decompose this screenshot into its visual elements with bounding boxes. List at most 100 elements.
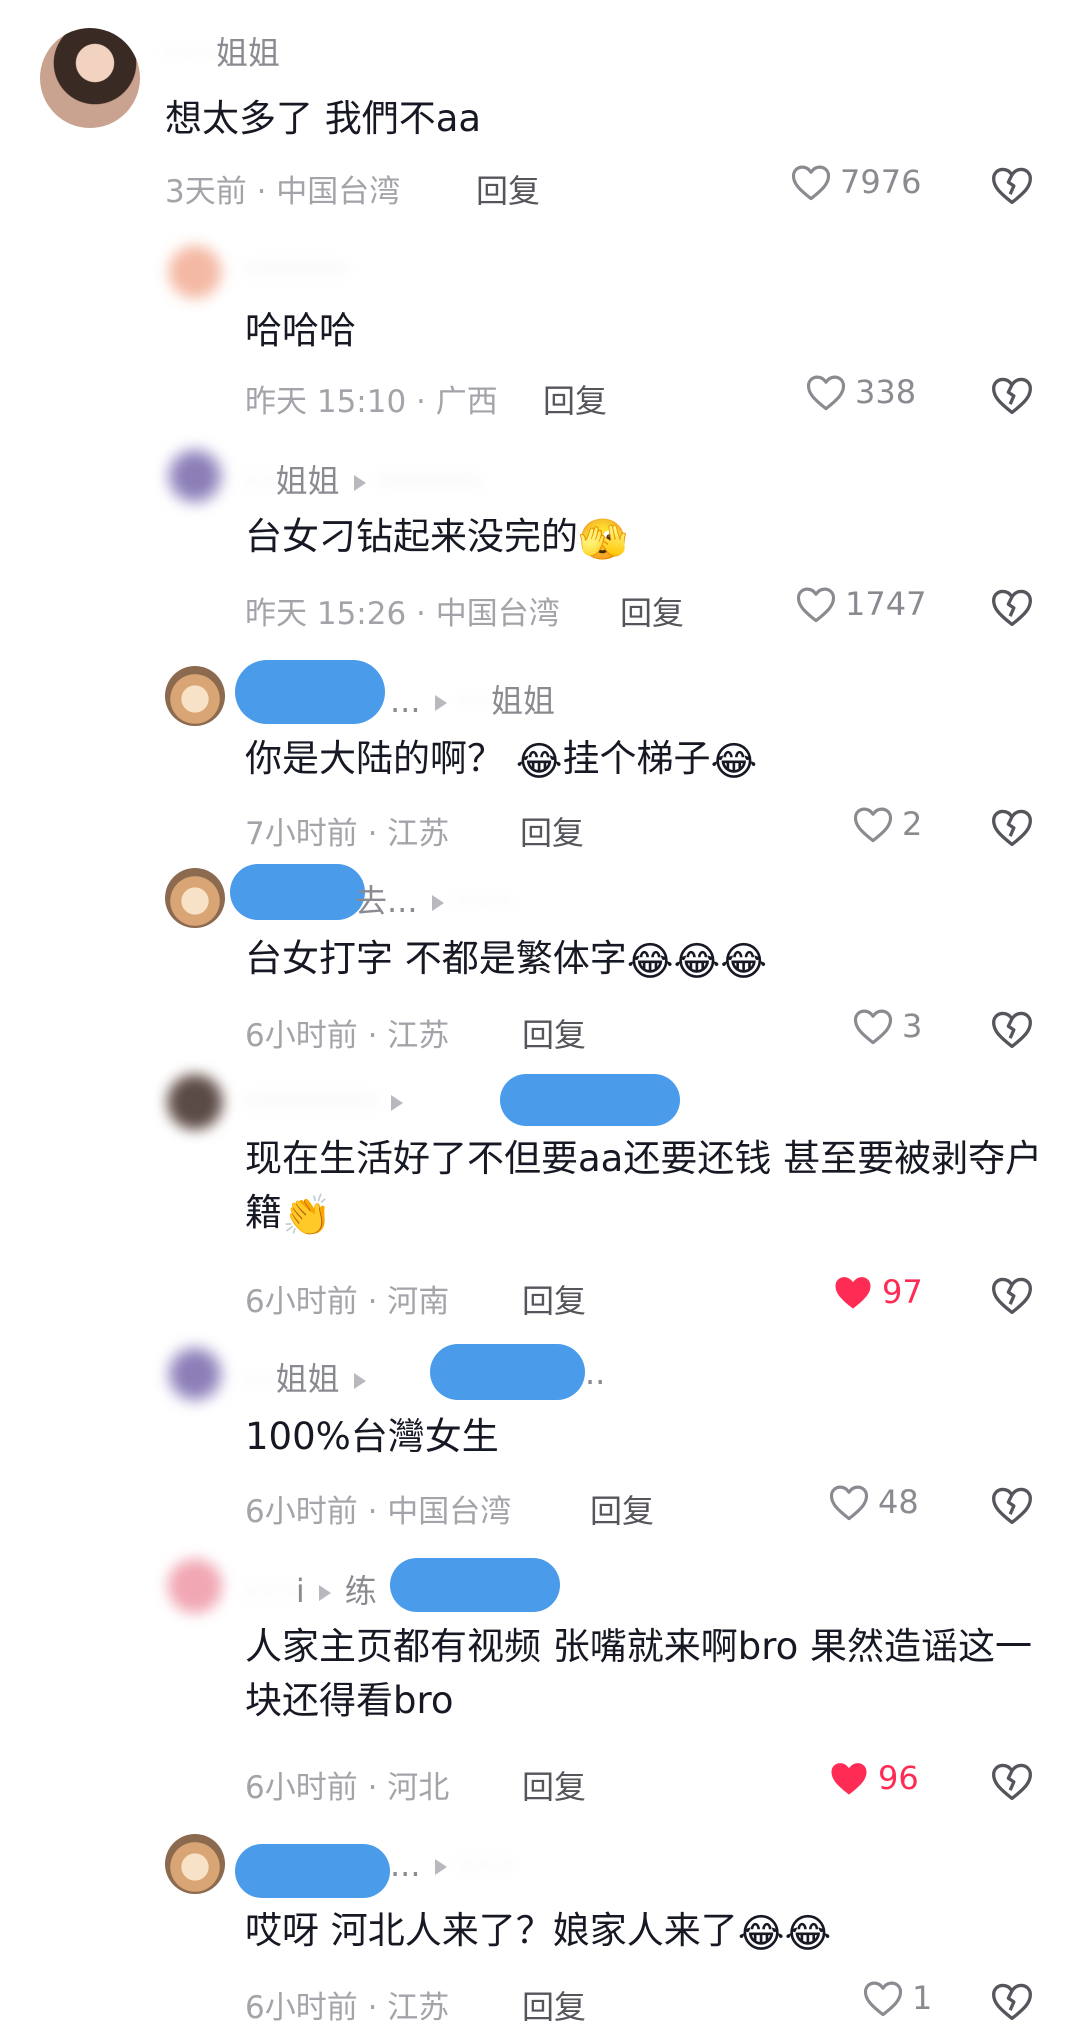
reply-item: · ·姐姐 .. 100%台灣女生 6小时前 · 中国台湾 回复 48	[0, 1340, 1080, 1540]
broken-heart-icon[interactable]	[990, 1274, 1034, 1316]
commenter-name[interactable]: ··········	[245, 250, 347, 288]
comment-item: · · ·姐姐 想太多了 我們不aa 3天前 · 中国台湾 回复 7976	[0, 0, 1080, 210]
broken-heart-icon[interactable]	[990, 586, 1034, 628]
reply-item: ... · ·姐姐 你是大陆的啊？ 😂挂个梯子😂 7小时前 · 江苏 回复 2	[0, 660, 1080, 860]
reply-item: ... · · · 哎呀 河北人来了？娘家人来了😂😂 6小时前 · 江苏 回复 1	[0, 1830, 1080, 2034]
emoji: 👏	[282, 1193, 332, 1239]
reply-item: · ·姐姐 ·········· 台女刁钻起来没完的🫣 昨天 15:26 · 中国…	[0, 440, 1080, 640]
comment-text: 台女刁钻起来没完的🫣	[245, 515, 628, 563]
heart-icon	[805, 372, 847, 412]
avatar[interactable]	[165, 1072, 225, 1132]
like-button[interactable]: 48	[828, 1482, 919, 1522]
comment-meta: 3天前 · 中国台湾	[165, 174, 401, 210]
reply-item: ·········· 哈哈哈 昨天 15:10 · 广西 回复 338	[0, 230, 1080, 430]
heart-icon	[862, 1978, 904, 2018]
heart-icon	[852, 804, 894, 844]
like-button[interactable]: 97	[832, 1272, 923, 1312]
like-button[interactable]: 96	[828, 1758, 919, 1798]
comment-text: 现在生活好了不但要aa还要还钱 甚至要被剥夺户籍👏	[245, 1137, 1043, 1239]
reply-to-arrow-icon	[353, 1373, 366, 1389]
like-button[interactable]: 1	[862, 1978, 932, 2018]
heart-filled-icon	[832, 1272, 874, 1312]
like-button[interactable]: 1747	[795, 584, 926, 624]
emoji: 😂😂	[737, 1911, 832, 1957]
commenter-name[interactable]: 去... · · ·	[355, 876, 508, 922]
heart-icon	[828, 1482, 870, 1522]
comment-text: 人家主页都有视频 张嘴就来啊bro 果然造谣这一块还得看bro	[245, 1625, 1033, 1722]
heart-icon	[852, 1006, 894, 1046]
avatar[interactable]	[165, 868, 225, 928]
comment-meta: 6小时前 · 江苏	[245, 1018, 450, 1054]
emoji: 😂	[515, 739, 563, 785]
comment-meta: 6小时前 · 中国台湾	[245, 1494, 512, 1530]
reply-item: 去... · · · 台女打字 不都是繁体字😂😂😂 6小时前 · 江苏 回复 3	[0, 862, 1080, 1062]
broken-heart-icon[interactable]	[990, 806, 1034, 848]
broken-heart-icon[interactable]	[990, 1760, 1034, 1802]
avatar[interactable]	[165, 446, 225, 506]
heart-filled-icon	[828, 1758, 870, 1798]
emoji: 😂	[710, 739, 758, 785]
commenter-name[interactable]: · ·姐姐	[245, 1354, 380, 1400]
reply-item: · · ·i 练 人家主页都有视频 张嘴就来啊bro 果然造谣这一块还得看bro …	[0, 1552, 1080, 1806]
broken-heart-icon[interactable]	[990, 1980, 1034, 2022]
commenter-name[interactable]: ... · · ·	[390, 1846, 511, 1884]
emoji: 😂😂😂	[626, 939, 767, 985]
reply-button[interactable]: 回复	[543, 376, 607, 422]
commenter-name[interactable]: · · ·i 练	[245, 1566, 377, 1612]
reply-to-arrow-icon	[391, 1095, 404, 1111]
heart-icon	[795, 584, 837, 624]
comment-meta: 昨天 15:10 · 广西	[245, 384, 498, 420]
comment-text: 哎呀 河北人来了？娘家人来了😂😂	[245, 1909, 832, 1957]
reply-button[interactable]: 回复	[590, 1486, 654, 1532]
reply-button[interactable]: 回复	[620, 588, 684, 634]
redaction-mark	[235, 660, 385, 724]
reply-to-arrow-icon	[431, 895, 444, 911]
redaction-mark	[390, 1558, 560, 1612]
reply-button[interactable]: 回复	[522, 1010, 586, 1056]
reply-button[interactable]: 回复	[522, 1762, 586, 1808]
commenter-name[interactable]: · ·姐姐 ··········	[245, 456, 481, 502]
reply-button[interactable]: 回复	[522, 1982, 586, 2028]
reply-item: ············· 现在生活好了不但要aa还要还钱 甚至要被剥夺户籍👏 …	[0, 1066, 1080, 1320]
commenter-name-suffix: ..	[585, 1354, 606, 1392]
redaction-mark	[235, 1844, 390, 1898]
reply-to-arrow-icon	[434, 695, 447, 711]
comment-text: 100%台灣女生	[245, 1415, 499, 1458]
broken-heart-icon[interactable]	[990, 1484, 1034, 1526]
like-button[interactable]: 2	[852, 804, 922, 844]
avatar[interactable]	[165, 1344, 225, 1404]
reply-to-arrow-icon	[318, 1585, 331, 1601]
like-button[interactable]: 3	[852, 1006, 922, 1046]
avatar[interactable]	[165, 1556, 225, 1616]
reply-button[interactable]: 回复	[522, 1276, 586, 1322]
comment-text: 台女打字 不都是繁体字😂😂😂	[245, 937, 767, 985]
reply-to-arrow-icon	[353, 475, 366, 491]
broken-heart-icon[interactable]	[990, 374, 1034, 416]
commenter-name[interactable]: ... · ·姐姐	[390, 676, 555, 722]
reply-button[interactable]: 回复	[520, 808, 584, 854]
heart-icon	[790, 162, 832, 202]
avatar[interactable]	[165, 1834, 225, 1894]
comment-meta: 7小时前 · 江苏	[245, 816, 450, 852]
redaction-mark	[500, 1074, 680, 1126]
like-button[interactable]: 7976	[790, 162, 921, 202]
comment-text: 想太多了 我們不aa	[165, 97, 482, 140]
redaction-mark	[230, 864, 365, 920]
comment-text: 哈哈哈	[245, 309, 356, 352]
commenter-name[interactable]: ·············	[245, 1082, 417, 1120]
avatar[interactable]	[165, 242, 225, 302]
avatar[interactable]	[165, 666, 225, 726]
comment-meta: 6小时前 · 河北	[245, 1770, 450, 1806]
comment-text: 你是大陆的啊？ 😂挂个梯子😂	[245, 737, 758, 785]
commenter-name[interactable]: · · ·姐姐	[165, 28, 280, 74]
emoji: 🫣	[578, 517, 628, 563]
reply-button[interactable]: 回复	[476, 166, 540, 212]
comment-meta: 6小时前 · 江苏	[245, 1990, 450, 2026]
reply-to-arrow-icon	[434, 1859, 447, 1875]
comment-meta: 昨天 15:26 · 中国台湾	[245, 596, 560, 632]
avatar[interactable]	[40, 28, 140, 128]
like-button[interactable]: 338	[805, 372, 916, 412]
broken-heart-icon[interactable]	[990, 1008, 1034, 1050]
redaction-mark	[430, 1344, 585, 1400]
broken-heart-icon[interactable]	[990, 164, 1034, 206]
